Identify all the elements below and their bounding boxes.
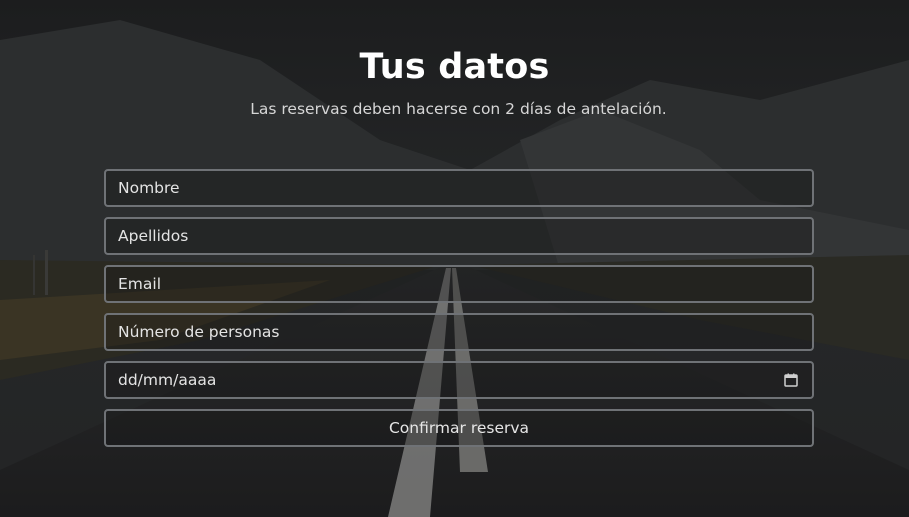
page-subtitle: Las reservas deben hacerse con 2 días de… (250, 100, 667, 118)
page-title: Tus datos (359, 47, 550, 87)
confirm-reservation-button[interactable]: Confirmar reserva (104, 409, 814, 447)
personas-placeholder: Número de personas (118, 323, 280, 341)
apellidos-input[interactable]: Apellidos (104, 217, 814, 255)
email-placeholder: Email (118, 275, 162, 293)
email-input[interactable]: Email (104, 265, 814, 303)
date-placeholder: dd/mm/aaaa (118, 371, 217, 389)
nombre-placeholder: Nombre (118, 179, 180, 197)
reservation-form: Nombre Apellidos Email Número de persona… (104, 169, 814, 447)
date-input[interactable]: dd/mm/aaaa (104, 361, 814, 399)
reservation-page: Tus datos Las reservas deben hacerse con… (0, 0, 909, 517)
apellidos-placeholder: Apellidos (118, 227, 189, 245)
calendar-icon[interactable] (784, 373, 798, 387)
nombre-input[interactable]: Nombre (104, 169, 814, 207)
personas-input[interactable]: Número de personas (104, 313, 814, 351)
